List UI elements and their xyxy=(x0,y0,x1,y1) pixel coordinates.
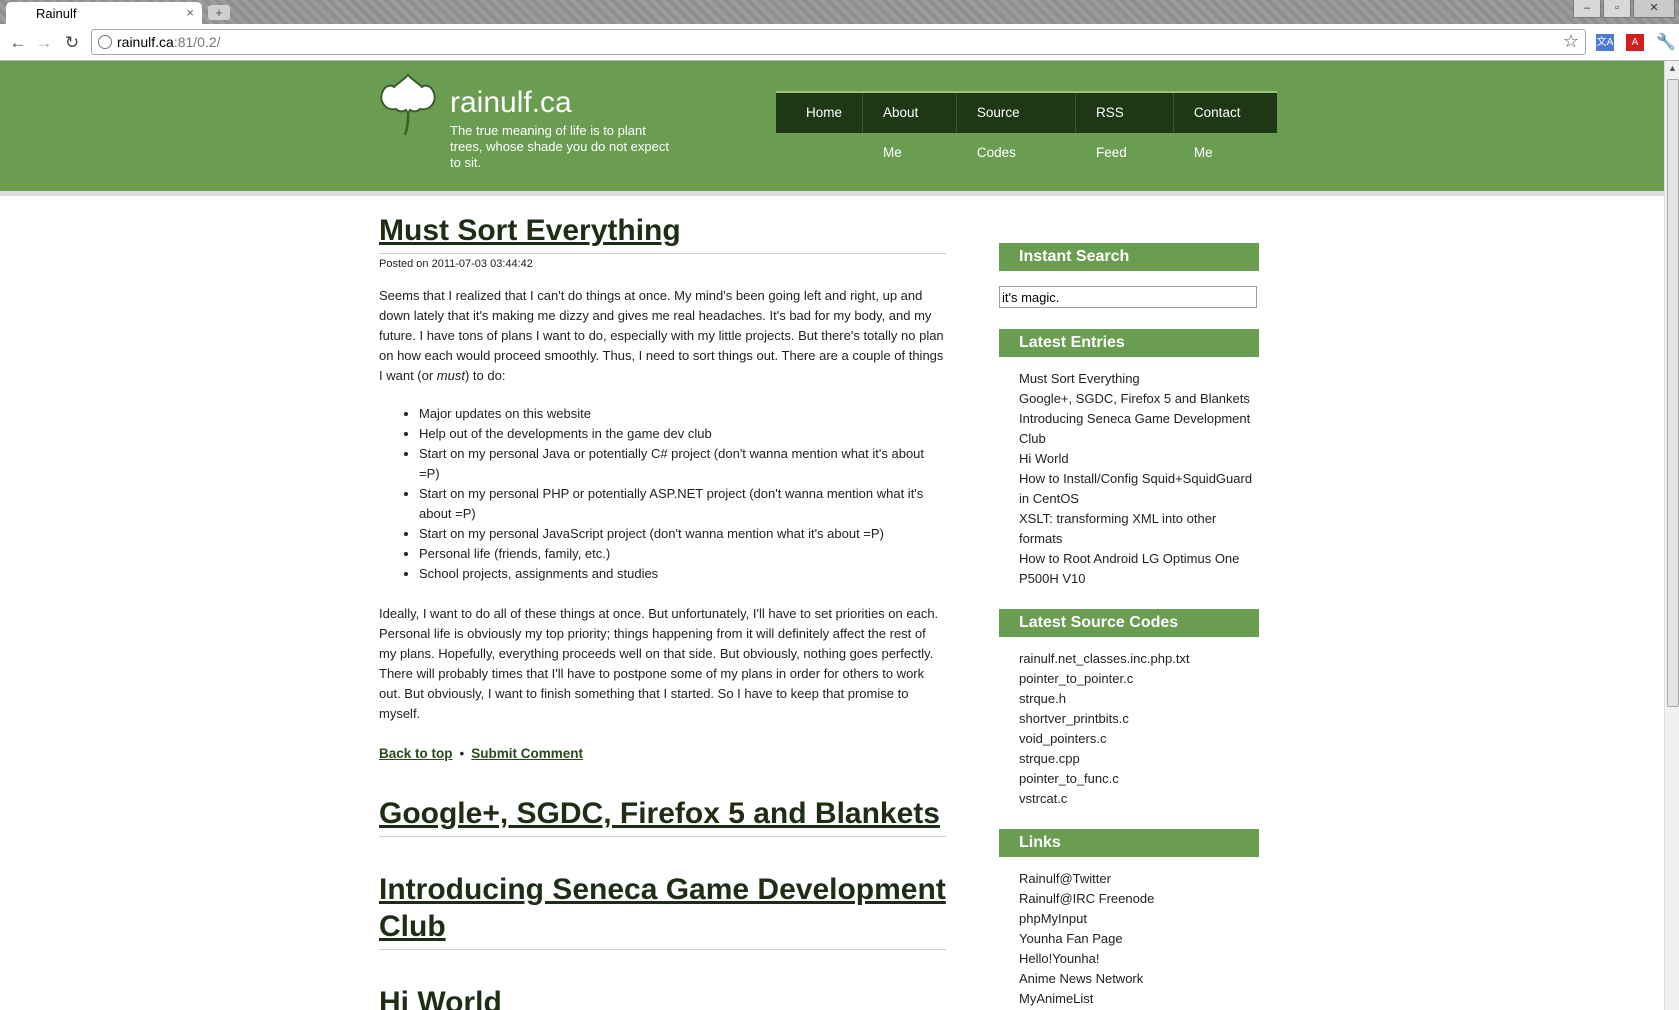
external-link[interactable]: Rainulf@Twitter xyxy=(1019,869,1259,889)
nav-rss-feed[interactable]: RSS Feed xyxy=(1076,93,1174,160)
post-title-hi-world[interactable]: Hi World xyxy=(379,984,946,1010)
tab-title: Rainulf xyxy=(36,6,77,21)
source-code-link[interactable]: pointer_to_pointer.c xyxy=(1019,669,1259,689)
para1-text-end: ) to do: xyxy=(464,368,506,383)
external-link[interactable]: Younha Fan Page xyxy=(1019,929,1259,949)
tab-close-icon[interactable]: × xyxy=(186,5,194,20)
source-code-link[interactable]: rainulf.net_classes.inc.php.txt xyxy=(1019,649,1259,669)
links-heading: Links xyxy=(999,829,1259,857)
latest-entry-link[interactable]: How to Root Android LG Optimus One P500H… xyxy=(1019,549,1259,589)
latest-entry-link[interactable]: Must Sort Everything xyxy=(1019,369,1259,389)
submit-comment-link[interactable]: Submit Comment xyxy=(471,746,583,761)
list-item: Start on my personal JavaScript project … xyxy=(419,524,946,544)
main-content: Must Sort Everything Posted on 2011-07-0… xyxy=(379,191,946,1010)
instant-search-heading: Instant Search xyxy=(999,243,1259,271)
list-item: Personal life (friends, family, etc.) xyxy=(419,544,946,564)
latest-entry-link[interactable]: Introducing Seneca Game Development Club xyxy=(1019,409,1259,449)
url-host: rainulf.ca xyxy=(117,34,174,50)
close-window-button[interactable]: ✕ xyxy=(1633,0,1675,18)
url-path: :81/0.2/ xyxy=(173,34,221,50)
external-link[interactable]: MyAnimeList xyxy=(1019,989,1259,1009)
browser-toolbar: ← → ↻ rainulf.ca:81/0.2/ ☆ 文A A 🔧 xyxy=(0,24,1679,61)
external-link[interactable]: Anime News Network xyxy=(1019,969,1259,989)
para1-emphasis: must xyxy=(436,368,465,383)
list-item: Major updates on this website xyxy=(419,404,946,424)
latest-source-codes-heading: Latest Source Codes xyxy=(999,609,1259,637)
list-item: Start on my personal PHP or potentially … xyxy=(419,484,946,524)
scrollbar-thumb[interactable] xyxy=(1667,79,1679,707)
vertical-scrollbar[interactable]: ▲ xyxy=(1664,61,1679,1010)
source-code-link[interactable]: vstrcat.c xyxy=(1019,789,1259,809)
latest-entries-list: Must Sort Everything Google+, SGDC, Fire… xyxy=(999,369,1259,589)
page-globe-icon xyxy=(98,35,112,49)
latest-entry-link[interactable]: Google+, SGDC, Firefox 5 and Blankets xyxy=(1019,389,1259,409)
sidebar: Instant Search Latest Entries Must Sort … xyxy=(999,243,1259,1010)
new-tab-button[interactable]: + xyxy=(208,5,230,20)
minimize-button[interactable]: – xyxy=(1573,0,1601,18)
source-code-link[interactable]: void_pointers.c xyxy=(1019,729,1259,749)
external-link[interactable]: phpMyInput xyxy=(1019,909,1259,929)
latest-entry-link[interactable]: XSLT: transforming XML into other format… xyxy=(1019,509,1259,549)
post-title-google-plus[interactable]: Google+, SGDC, Firefox 5 and Blankets xyxy=(379,795,946,837)
site-header: rainulf.ca The true meaning of life is t… xyxy=(0,61,1664,196)
wrench-menu-icon[interactable]: 🔧 xyxy=(1656,32,1676,52)
external-link[interactable]: Hello!Younha! xyxy=(1019,949,1259,969)
post-title[interactable]: Must Sort Everything xyxy=(379,212,946,254)
translate-extension-icon[interactable]: 文A xyxy=(1596,34,1614,51)
latest-entry-link[interactable]: Hi World xyxy=(1019,449,1259,469)
adobe-extension-icon[interactable]: A xyxy=(1626,34,1644,51)
source-code-link[interactable]: strque.h xyxy=(1019,689,1259,709)
list-item: Start on my personal Java or potentially… xyxy=(419,444,946,484)
list-item: School projects, assignments and studies xyxy=(419,564,946,584)
source-code-link[interactable]: strque.cpp xyxy=(1019,749,1259,769)
link-separator: • xyxy=(459,746,465,761)
scroll-up-icon[interactable]: ▲ xyxy=(1668,63,1677,73)
nav-source-codes[interactable]: Source Codes xyxy=(957,93,1077,160)
post-date: Posted on 2011-07-03 03:44:42 xyxy=(379,258,533,270)
main-nav: Home About Me Source Codes RSS Feed Cont… xyxy=(776,91,1277,160)
bookmark-star-icon[interactable]: ☆ xyxy=(1563,31,1579,52)
post-bullet-list: Major updates on this website Help out o… xyxy=(379,404,946,584)
browser-tab[interactable]: Rainulf × xyxy=(6,2,202,24)
window-titlebar: Rainulf × + – ▫ ✕ xyxy=(0,0,1679,24)
latest-source-codes-list: rainulf.net_classes.inc.php.txt pointer_… xyxy=(999,649,1259,809)
back-arrow-icon[interactable]: ← xyxy=(8,33,28,53)
nav-home[interactable]: Home xyxy=(786,93,864,133)
url-text: rainulf.ca:81/0.2/ xyxy=(117,34,221,50)
post-paragraph-2: Ideally, I want to do all of these thing… xyxy=(379,606,939,721)
source-code-link[interactable]: pointer_to_func.c xyxy=(1019,769,1259,789)
latest-entries-heading: Latest Entries xyxy=(999,329,1259,357)
links-list: Rainulf@Twitter Rainulf@IRC Freenode php… xyxy=(999,869,1259,1009)
site-title[interactable]: rainulf.ca xyxy=(450,86,572,120)
maximize-button[interactable]: ▫ xyxy=(1603,0,1631,18)
page-viewport: rainulf.ca The true meaning of life is t… xyxy=(0,61,1664,1010)
nav-about-me[interactable]: About Me xyxy=(863,93,957,160)
back-to-top-link[interactable]: Back to top xyxy=(379,746,453,761)
source-code-link[interactable]: shortver_printbits.c xyxy=(1019,709,1259,729)
nav-contact-me[interactable]: Contact Me xyxy=(1174,93,1277,160)
window-controls: – ▫ ✕ xyxy=(1571,0,1675,18)
search-input[interactable] xyxy=(999,286,1257,308)
external-link[interactable]: Rainulf@IRC Freenode xyxy=(1019,889,1259,909)
post-footer-links: Back to top • Submit Comment xyxy=(379,746,946,761)
address-bar[interactable]: rainulf.ca:81/0.2/ ☆ xyxy=(91,29,1586,55)
forward-arrow-icon[interactable]: → xyxy=(34,33,54,53)
leaf-logo-icon[interactable] xyxy=(378,73,438,137)
latest-entry-link[interactable]: How to Install/Config Squid+SquidGuard i… xyxy=(1019,469,1259,509)
reload-icon[interactable]: ↻ xyxy=(62,33,82,53)
post-title-seneca-club[interactable]: Introducing Seneca Game Development Club xyxy=(379,871,946,950)
list-item: Help out of the developments in the game… xyxy=(419,424,946,444)
post-paragraph-1: Seems that I realized that I can't do th… xyxy=(379,286,946,386)
site-tagline: The true meaning of life is to plant tre… xyxy=(450,123,669,170)
